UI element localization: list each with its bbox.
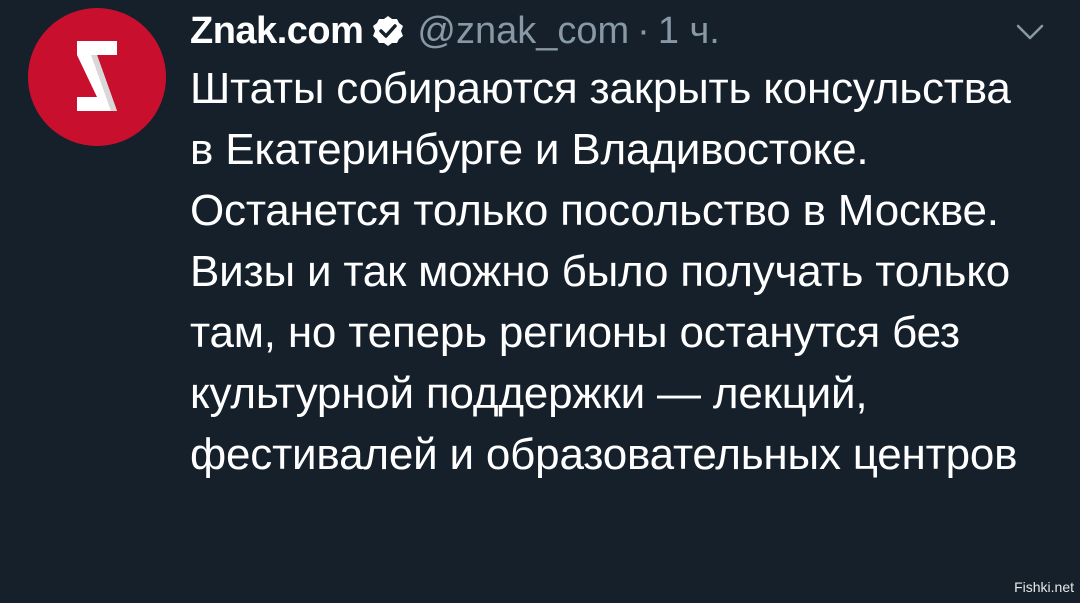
- tweet[interactable]: Znak.com @znak_com · 1 ч. Штаты собирают…: [0, 0, 1080, 603]
- znak-logo-icon: [28, 8, 166, 146]
- verified-badge-icon: [373, 16, 404, 46]
- display-name[interactable]: Znak.com: [190, 10, 364, 53]
- tweet-header: Znak.com @znak_com · 1 ч.: [190, 5, 720, 57]
- tweet-text: Штаты собираются закрыть консульства в Е…: [190, 64, 1018, 479]
- chevron-down-icon[interactable]: [1016, 22, 1044, 42]
- tweet-timestamp[interactable]: 1 ч.: [658, 10, 720, 53]
- watermark: Fishki.net: [1014, 579, 1074, 595]
- avatar[interactable]: [28, 8, 166, 146]
- user-handle[interactable]: @znak_com: [417, 10, 629, 53]
- separator-dot: ·: [637, 9, 650, 52]
